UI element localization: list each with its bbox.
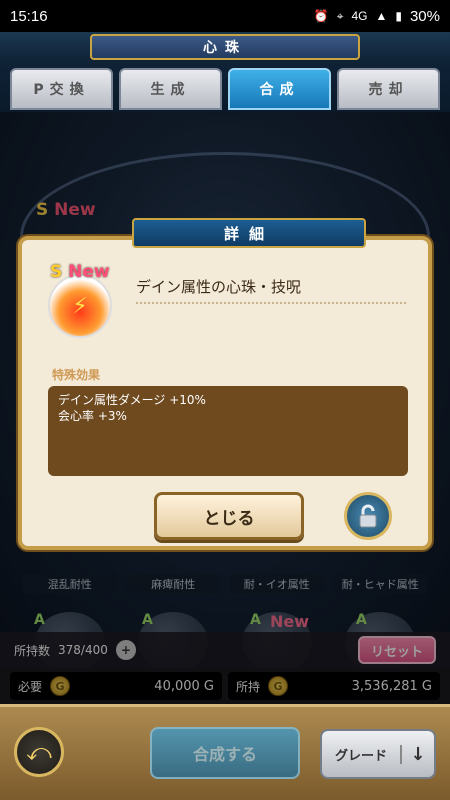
effect-box: デイン属性ダメージ +10% 会心率 +3% [48, 386, 408, 476]
battery-icon: ▮ [395, 9, 402, 23]
grade-label: グレード [322, 744, 402, 764]
network-label: 4G [351, 9, 368, 23]
tab-p-exchange[interactable]: P交換 [10, 68, 113, 110]
orb-new-label: New [68, 262, 110, 282]
tab-sell[interactable]: 売却 [337, 68, 440, 110]
page-title: 心珠 [90, 34, 360, 60]
orb-badge: S New [50, 262, 110, 282]
tab-bar: P交換 生成 合成 売却 [0, 62, 450, 112]
sort-down-icon[interactable]: ↓ [402, 744, 434, 765]
signal-icon: ▲ [375, 9, 388, 23]
grade-sort-button[interactable]: グレード ↓ [320, 729, 436, 779]
header-bar: 心珠 [0, 32, 450, 62]
synthesize-button[interactable]: 合成する [150, 727, 300, 779]
orb-rank-s: S [50, 262, 63, 282]
dialog-title: 詳細 [132, 218, 366, 248]
status-icons: ⏰ ⌖ 4G ▲ ▮ 30% [314, 8, 440, 25]
lock-toggle-button[interactable] [344, 492, 392, 540]
back-button[interactable]: ⤺ [14, 727, 64, 777]
location-icon: ⌖ [336, 8, 344, 23]
tab-generate[interactable]: 生成 [119, 68, 222, 110]
item-name: デイン属性の心珠・技呪 [136, 278, 302, 296]
tab-synthesize[interactable]: 合成 [228, 68, 331, 110]
status-time: 15:16 [10, 7, 48, 25]
battery-level: 30% [409, 7, 440, 25]
unlock-icon [359, 504, 377, 528]
divider [136, 302, 406, 304]
close-button[interactable]: とじる [154, 492, 304, 540]
effect-line: デイン属性ダメージ +10% [58, 393, 206, 407]
back-arrow-icon: ⤺ [26, 738, 52, 766]
orb-icon: ⚡ [48, 274, 112, 338]
effect-line: 会心率 +3% [58, 409, 127, 423]
detail-dialog: 詳細 ⚡ S New デイン属性の心珠・技呪 特殊効果 デイン属性ダメージ +1… [18, 218, 432, 550]
status-bar: 15:16 ⏰ ⌖ 4G ▲ ▮ 30% [0, 0, 450, 32]
alarm-icon: ⏰ [313, 9, 329, 23]
bottom-bar: ⤺ 合成する グレード ↓ [0, 704, 450, 800]
special-effect-label: 特殊効果 [52, 368, 101, 382]
